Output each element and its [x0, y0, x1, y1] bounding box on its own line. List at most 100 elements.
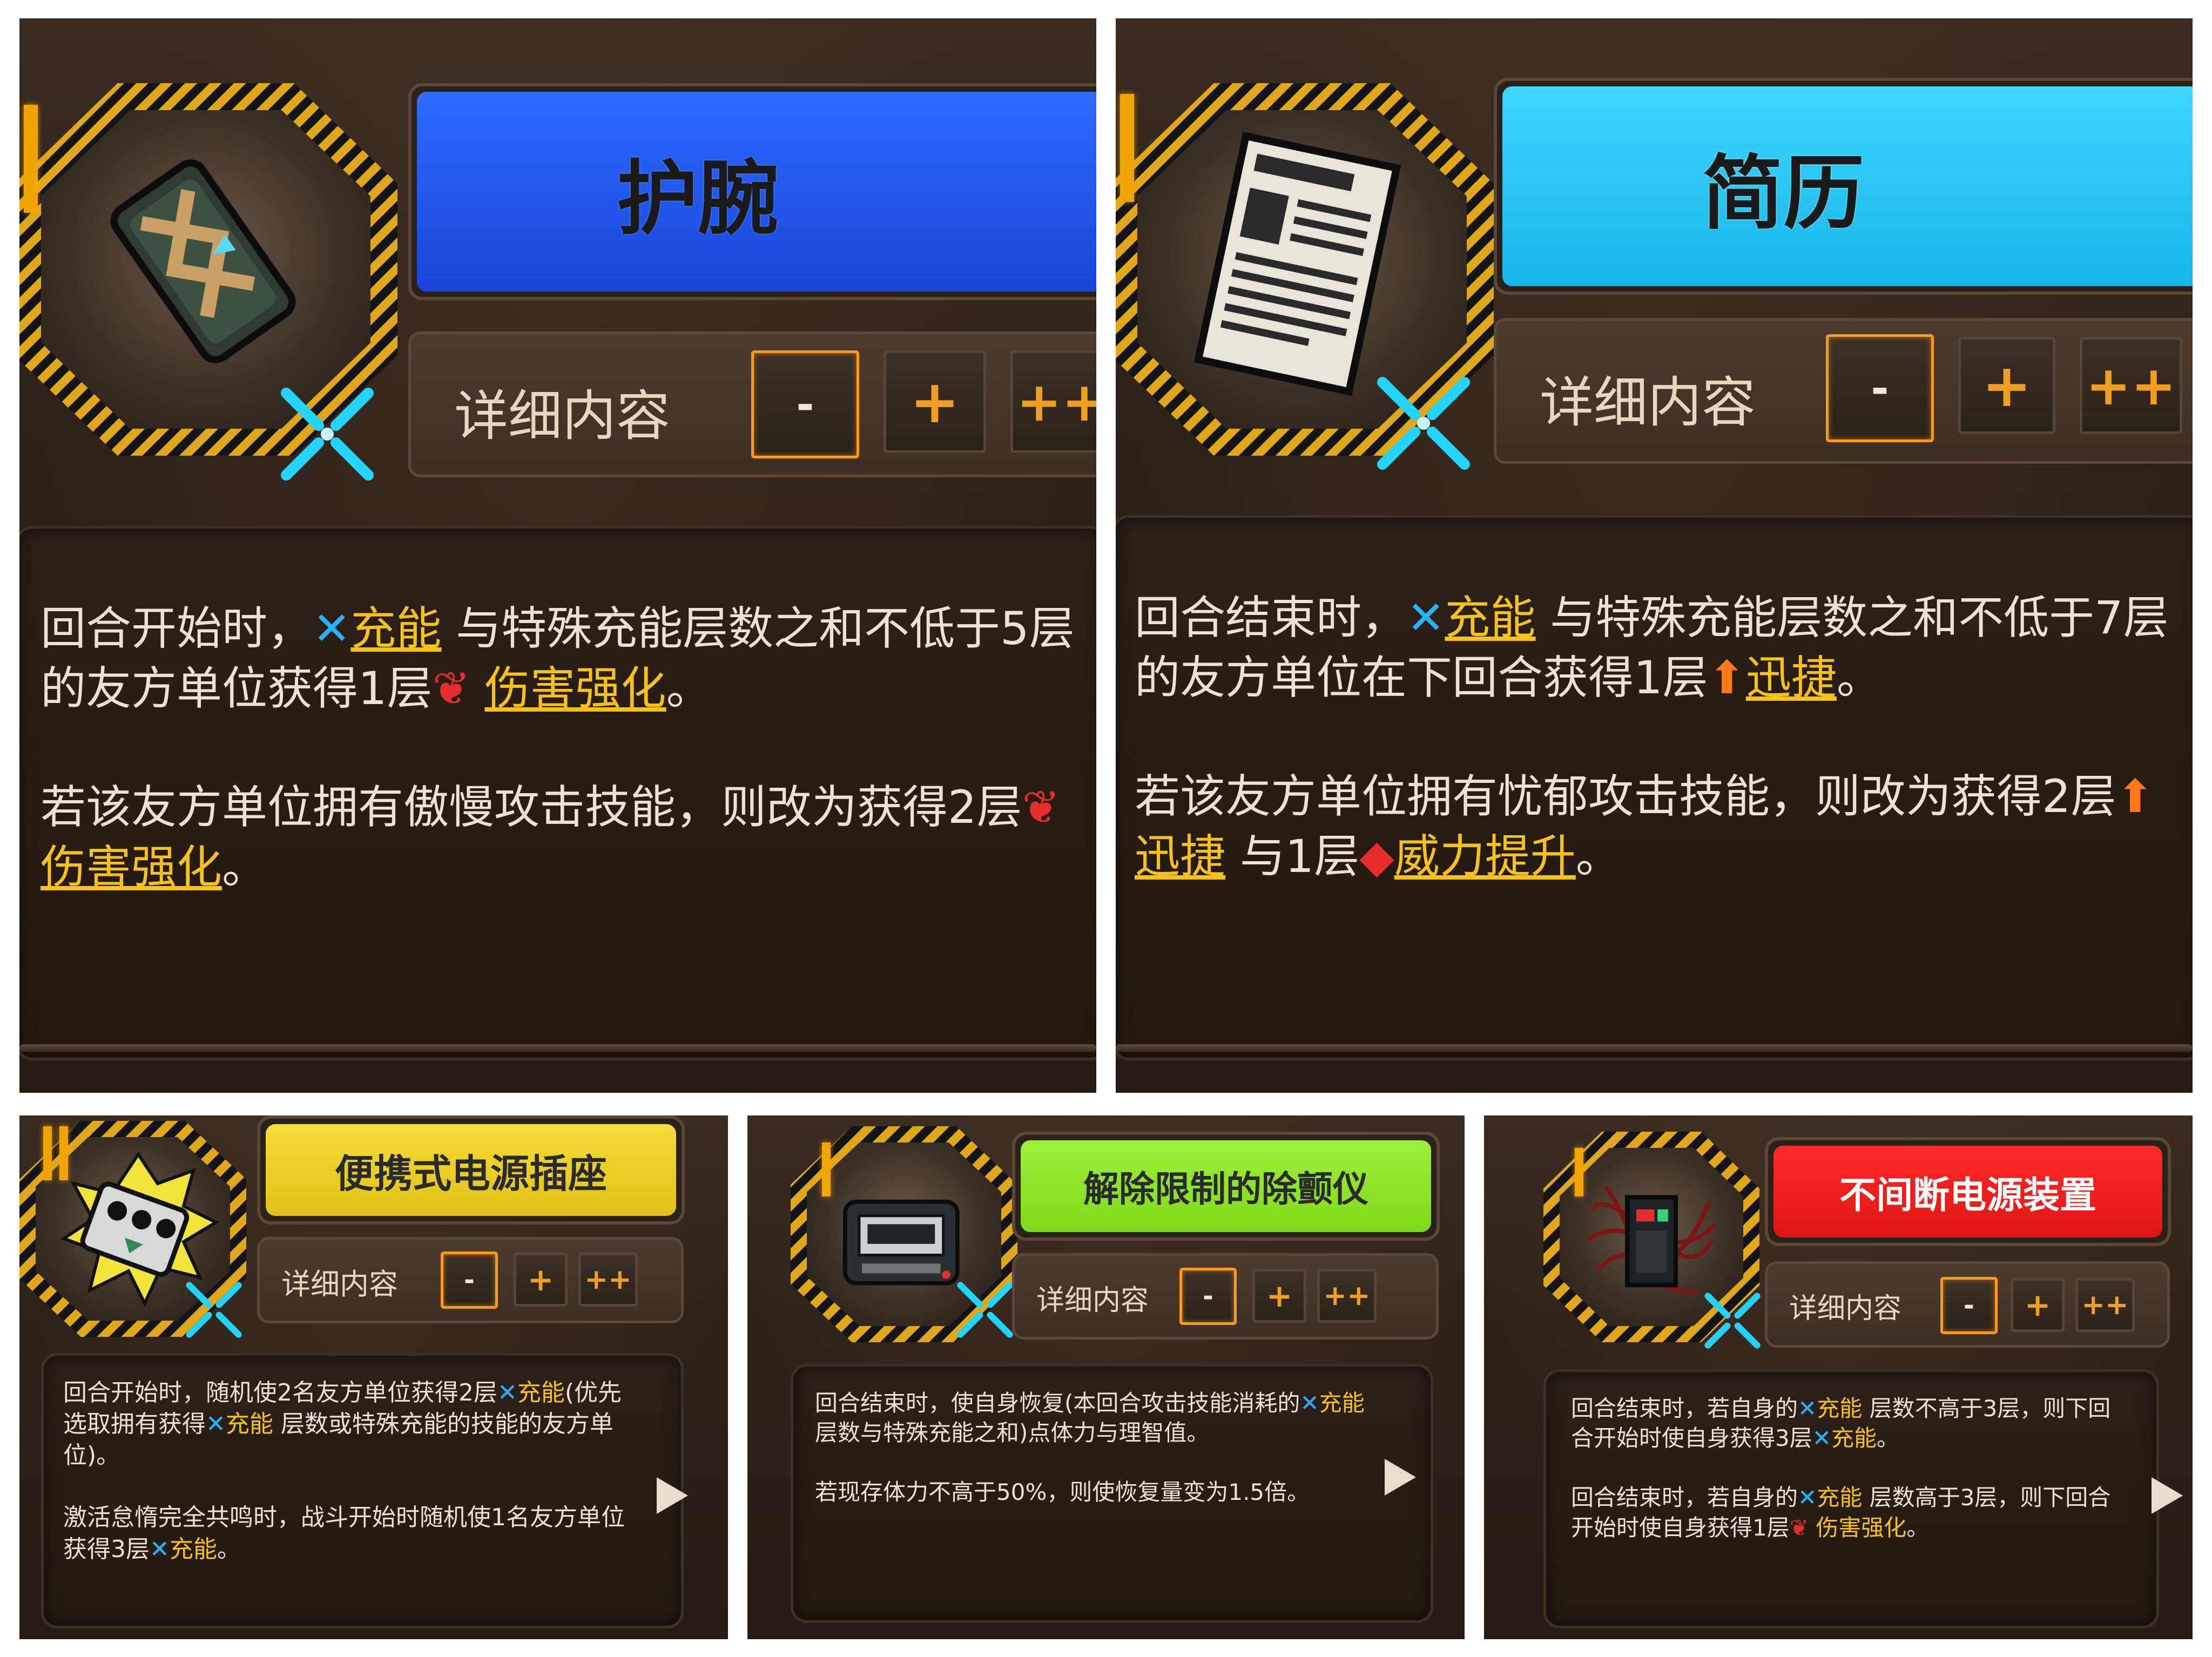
detail-level-plus-button[interactable]: + — [1958, 337, 2055, 434]
description-paragraph: 回合开始时，随机使2名友方单位获得2层✕充能(优先选取拥有获得✕充能 层数或特殊… — [63, 1377, 636, 1471]
detail-bar: 详细内容 - + ++ — [257, 1237, 684, 1323]
keyword-link[interactable]: 充能 — [517, 1379, 565, 1406]
detail-level-minus-button[interactable]: - — [1179, 1268, 1237, 1325]
keyword-link[interactable]: 充能 — [1831, 1425, 1877, 1451]
detail-label: 详细内容 — [1036, 1284, 1149, 1317]
item-name-fill: 简历 — [1502, 86, 2193, 286]
description-segment: 回合结束时，若自身的 — [1571, 1484, 1798, 1511]
detail-level-minus-button[interactable]: - — [1940, 1277, 1998, 1334]
damage-up-icon: ❦ — [1789, 1514, 1809, 1541]
item-name-plate: 便携式电源插座 — [257, 1115, 685, 1225]
detail-level-plusplus-button[interactable]: ++ — [2080, 337, 2182, 434]
haste-icon: ⬆ — [2116, 769, 2154, 823]
description-box: 回合结束时，✕充能 与特殊充能层数之和不低于7层的友方单位在下回合获得1层⬆迅捷… — [1116, 515, 2193, 1060]
tier-marker — [822, 1142, 831, 1196]
detail-level-minus-button[interactable]: - — [1826, 334, 1934, 442]
description-paragraph: 回合结束时，✕充能 与特殊充能层数之和不低于7层的友方单位在下回合获得1层⬆迅捷… — [1135, 588, 2193, 708]
charge-icon: ✕ — [1798, 1395, 1817, 1422]
detail-bar: 详细内容 - + ++ — [1494, 318, 2193, 464]
keyword-link[interactable]: 充能 — [170, 1536, 217, 1563]
charge-icon: ✕ — [1300, 1390, 1319, 1416]
keyword-link[interactable]: 迅捷 — [1746, 651, 1837, 704]
keyword-link[interactable]: 充能 — [1817, 1395, 1862, 1422]
keyword-link[interactable]: 充能 — [1319, 1390, 1365, 1416]
keyword-link[interactable]: 充能 — [1445, 591, 1535, 644]
description-text: 回合开始时，随机使2名友方单位获得2层✕充能(优先选取拥有获得✕充能 层数或特殊… — [63, 1377, 636, 1565]
description-segment: 。 — [217, 1535, 241, 1563]
detail-level-plus-button[interactable]: + — [884, 350, 986, 453]
description-segment: 与1层 — [1225, 829, 1360, 883]
haste-icon: ⬆ — [1708, 651, 1746, 704]
bottom-rail — [19, 1044, 1096, 1052]
description-paragraph: 若该友方单位拥有傲慢攻击技能，则改为获得2层❦ 伤害强化。 — [41, 777, 1096, 897]
keyword-link[interactable]: 伤害强化 — [1816, 1514, 1906, 1541]
item-name-plate: 简历 — [1494, 78, 2193, 295]
description-segment: 。 — [1876, 1425, 1899, 1452]
detail-label: 详细内容 — [1540, 371, 1756, 434]
description-segment: 层数与特殊充能之和)点体力与理智值。 — [815, 1419, 1210, 1446]
item-name: 便携式电源插座 — [334, 1151, 607, 1196]
detail-level-minus-button[interactable]: - — [751, 350, 859, 458]
description-box: 回合结束时，若自身的✕充能 层数不高于3层，则下回合开始时使自身获得3层✕充能。… — [1543, 1369, 2159, 1628]
description-segment: 若该友方单位拥有忧郁攻击技能，则改为获得2层 — [1135, 769, 2116, 823]
keyword-link[interactable]: 充能 — [350, 602, 441, 655]
detail-level-minus-button[interactable]: - — [441, 1252, 498, 1309]
charge-icon — [957, 1282, 1013, 1338]
description-segment: 。 — [1836, 651, 1882, 704]
detail-bar: 详细内容 - + ++ — [1765, 1261, 2170, 1348]
item-name: 护腕 — [616, 152, 779, 246]
detail-level-plus-button[interactable]: + — [514, 1253, 568, 1307]
keyword-link[interactable]: 伤害强化 — [485, 662, 666, 715]
description-segment — [1809, 1514, 1816, 1541]
detail-level-plusplus-button[interactable]: ++ — [2075, 1278, 2135, 1332]
keyword-link[interactable]: 充能 — [226, 1410, 273, 1438]
keyword-link[interactable]: 伤害强化 — [41, 841, 222, 894]
ego-gift-card-1: 护腕 详细内容 - + ++ 回合开始时，✕充能 与特殊充能层数之和不低于5层的… — [19, 18, 1096, 1093]
keyword-link[interactable]: 迅捷 — [1135, 830, 1225, 883]
item-name-fill: 便携式电源插座 — [266, 1124, 676, 1216]
description-segment: 若该友方单位拥有傲慢攻击技能，则改为获得2层 — [41, 780, 1022, 834]
charge-icon — [1704, 1293, 1761, 1349]
charge-icon: ✕ — [206, 1410, 226, 1438]
description-segment: 。 — [222, 840, 268, 894]
detail-level-plus-button[interactable]: + — [1252, 1269, 1306, 1323]
description-text: 回合结束时，使自身恢复(本回合攻击技能消耗的✕充能 层数与特殊充能之和)点体力与… — [815, 1388, 1387, 1507]
description-segment: 回合结束时， — [1135, 591, 1407, 644]
ego-gift-card-3: 便携式电源插座 详细内容 - + ++ 回合开始时，随机使2名友方单位获得2层✕… — [19, 1115, 728, 1639]
description-segment: 。 — [1906, 1514, 1930, 1541]
description-segment: 。 — [1575, 829, 1621, 883]
keyword-link[interactable]: 威力提升 — [1394, 830, 1576, 883]
item-name: 不间断电源装置 — [1839, 1174, 2096, 1217]
next-arrow[interactable] — [1385, 1459, 1416, 1496]
description-paragraph: 回合开始时，✕充能 与特殊充能层数之和不低于5层的友方单位获得1层❦ 伤害强化。 — [41, 599, 1096, 719]
description-paragraph: 回合结束时，若自身的✕充能 层数不高于3层，则下回合开始时使自身获得3层✕充能。 — [1571, 1394, 2122, 1453]
description-segment: 激活怠惰完全共鸣时，战斗开始时随机使1名友方单位获得3层 — [63, 1504, 625, 1563]
item-name-plate: 不间断电源装置 — [1765, 1137, 2171, 1246]
detail-level-plusplus-button[interactable]: ++ — [1010, 350, 1096, 453]
bracer-icon — [110, 159, 296, 363]
detail-label: 详细内容 — [454, 384, 670, 448]
charge-icon: ✕ — [313, 602, 351, 655]
description-text: 回合开始时，✕充能 与特殊充能层数之和不低于5层的友方单位获得1层❦ 伤害强化。… — [41, 599, 1096, 897]
damage-up-icon: ❦ — [432, 661, 470, 715]
description-box: 回合开始时，✕充能 与特殊充能层数之和不低于5层的友方单位获得1层❦ 伤害强化。… — [19, 526, 1096, 1060]
description-box: 回合结束时，使自身恢复(本回合攻击技能消耗的✕充能 层数与特殊充能之和)点体力与… — [791, 1364, 1433, 1623]
keyword-link[interactable]: 充能 — [1817, 1484, 1862, 1511]
bottom-rail — [1116, 1044, 2193, 1052]
item-name-fill: 护腕 — [417, 92, 1096, 292]
next-arrow[interactable] — [2152, 1477, 2183, 1514]
ego-gift-card-2: 简历 详细内容 - + ++ 回合结束时，✕充能 与特殊充能层数之和不低于7层的… — [1116, 18, 2193, 1093]
description-paragraph: 若该友方单位拥有忧郁攻击技能，则改为获得2层⬆ 迅捷 与1层◆威力提升。 — [1135, 767, 2193, 887]
description-text: 回合结束时，✕充能 与特殊充能层数之和不低于7层的友方单位在下回合获得1层⬆迅捷… — [1135, 588, 2193, 887]
detail-level-plusplus-button[interactable]: ++ — [1317, 1269, 1377, 1323]
charge-icon: ✕ — [1798, 1484, 1817, 1511]
description-box: 回合开始时，随机使2名友方单位获得2层✕充能(优先选取拥有获得✕充能 层数或特殊… — [41, 1353, 684, 1628]
resume-icon — [1193, 131, 1401, 396]
description-segment: 。 — [666, 661, 712, 715]
next-arrow[interactable] — [657, 1477, 688, 1514]
detail-level-plusplus-button[interactable]: ++ — [578, 1253, 638, 1307]
item-name-fill: 不间断电源装置 — [1773, 1146, 2162, 1237]
detail-level-plus-button[interactable]: + — [2011, 1278, 2065, 1332]
description-text: 回合结束时，若自身的✕充能 层数不高于3层，则下回合开始时使自身获得3层✕充能。… — [1571, 1394, 2122, 1543]
description-paragraph: 激活怠惰完全共鸣时，战斗开始时随机使1名友方单位获得3层✕充能。 — [63, 1502, 636, 1565]
